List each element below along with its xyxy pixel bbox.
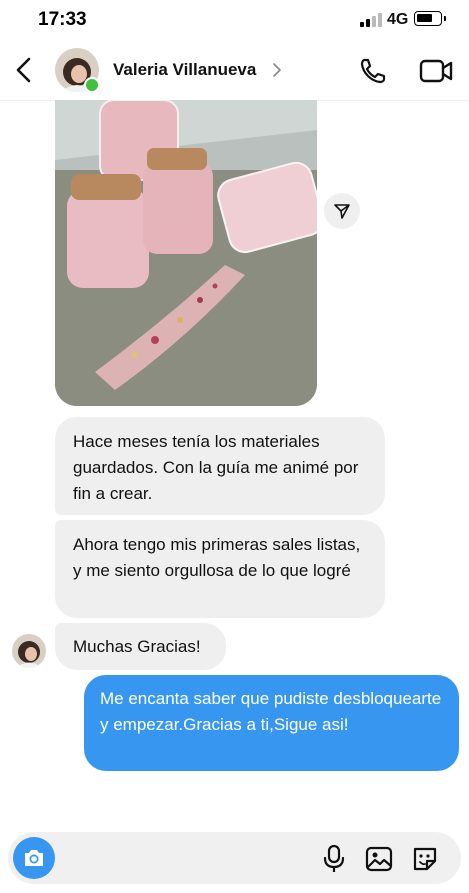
status-bar: 17:33 4G [0,0,469,42]
chevron-left-icon[interactable] [12,56,36,84]
battery-icon [414,11,446,26]
message-photo[interactable] [55,100,317,406]
send-icon [334,204,350,219]
message-input[interactable] [64,840,308,878]
message-bubble-incoming: Muchas Gracias! [55,623,226,670]
phone-icon[interactable] [358,56,390,86]
contact-avatar[interactable] [55,48,100,93]
microphone-icon[interactable] [320,844,348,874]
status-time: 17:33 [38,9,87,30]
camera-button[interactable] [13,837,55,879]
signal-icon [360,12,382,27]
message-composer [8,832,461,884]
camera-icon [25,850,43,866]
chat-header: Valeria Villanueva [0,42,469,101]
image-icon[interactable] [365,845,393,873]
share-button[interactable] [324,193,360,229]
video-camera-icon[interactable] [418,56,454,86]
message-bubble-incoming: Hace meses tenía los materiales guardado… [55,417,385,515]
chevron-right-icon[interactable] [272,61,282,79]
contact-name[interactable]: Valeria Villanueva [113,60,256,80]
message-bubble-incoming: Ahora tengo mis primeras sales listas, y… [55,520,385,618]
online-indicator [84,77,100,93]
message-bubble-outgoing: Me encanta saber que pudiste desbloquear… [84,675,459,771]
network-type: 4G [387,11,409,28]
sender-avatar [12,634,46,668]
sticker-icon[interactable] [411,845,439,873]
